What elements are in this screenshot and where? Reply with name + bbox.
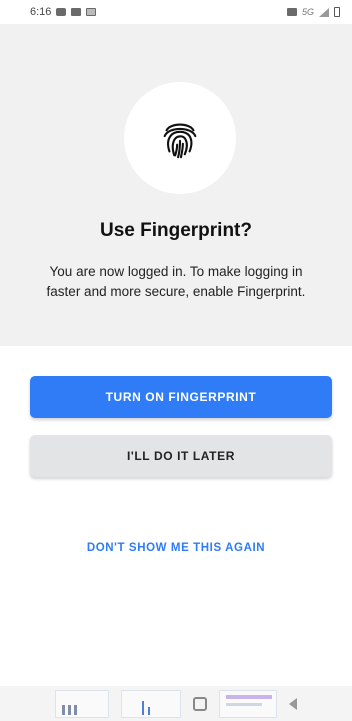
dont-show-again-link[interactable]: DON'T SHOW ME THIS AGAIN (0, 542, 352, 554)
signal-icon (319, 7, 329, 17)
fingerprint-icon (163, 123, 197, 159)
status-right: 5G (286, 7, 340, 17)
fingerprint-icon-circle (124, 82, 236, 194)
recent-app-thumbnail[interactable] (121, 689, 181, 718)
status-bar: 6:16 5G (0, 0, 352, 24)
status-time: 6:16 (30, 6, 52, 18)
back-icon[interactable] (289, 697, 297, 710)
fingerprint-prompt-panel: Use Fingerprint? You are now logged in. … (0, 24, 352, 346)
recent-app-thumbnail[interactable] (219, 689, 277, 718)
navigation-bar (0, 686, 352, 721)
recent-app-thumbnail[interactable] (55, 689, 109, 718)
network-label: 5G (301, 7, 314, 17)
notification-icon (71, 8, 82, 16)
fingerprint-setup-screen: 6:16 5G Use Fingerprint? You are now log… (0, 0, 352, 721)
turn-on-fingerprint-button[interactable]: TURN ON FINGERPRINT (30, 376, 332, 418)
recents-button[interactable] (193, 696, 207, 711)
gallery-icon (86, 8, 97, 16)
status-left: 6:16 (30, 6, 97, 18)
prompt-body: You are now logged in. To make logging i… (46, 264, 306, 299)
do-it-later-button[interactable]: I'LL DO IT LATER (30, 435, 332, 477)
message-icon (56, 8, 67, 16)
prompt-title: Use Fingerprint? (99, 220, 252, 241)
battery-icon (334, 7, 340, 17)
alarm-icon (286, 8, 297, 16)
